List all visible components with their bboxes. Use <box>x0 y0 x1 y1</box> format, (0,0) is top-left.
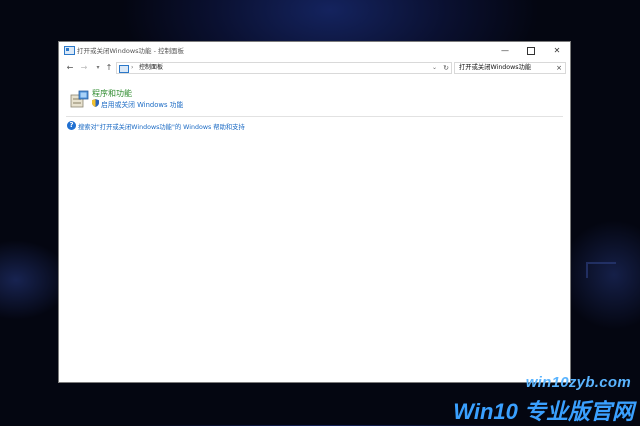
breadcrumb-control-panel[interactable]: 控制面板 <box>139 63 163 73</box>
watermark-url: win10zyb.com <box>525 374 631 391</box>
search-input[interactable]: 打开或关闭Windows功能 <box>459 63 531 73</box>
back-arrow-icon[interactable]: ← <box>64 62 76 74</box>
control-panel-icon <box>64 46 75 55</box>
turn-windows-features-on-off-link[interactable]: 启用或关闭 Windows 功能 <box>101 99 183 109</box>
programs-icon[interactable] <box>70 90 90 108</box>
maximize-button[interactable] <box>518 42 544 59</box>
breadcrumb-chevron-icon[interactable]: › <box>131 63 133 73</box>
window-title: 打开或关闭Windows功能 - 控制面板 <box>77 47 184 55</box>
background-desk-shape <box>586 262 616 278</box>
refresh-icon[interactable]: ↻ <box>443 63 449 73</box>
programs-icon-graphic <box>70 90 89 108</box>
search-windows-help-link[interactable]: 搜索对"打开或关闭Windows功能"的 Windows 帮助和支持 <box>78 122 245 131</box>
control-panel-window: 打开或关闭Windows功能 - 控制面板 — ✕ ← → ▾ ↑ › 控制面板… <box>58 41 571 383</box>
maximize-icon <box>527 46 535 55</box>
forward-arrow-icon[interactable]: → <box>78 62 90 74</box>
address-dropdown-icon[interactable]: ⌄ <box>432 63 437 73</box>
title-bar[interactable]: 打开或关闭Windows功能 - 控制面板 — ✕ <box>59 42 570 59</box>
search-box[interactable]: 打开或关闭Windows功能 × <box>454 62 566 74</box>
divider <box>66 116 563 117</box>
uac-shield-icon <box>92 99 99 107</box>
minimize-button[interactable]: — <box>492 42 518 59</box>
control-panel-icon <box>119 65 129 73</box>
watermark-brand-logo: Win10 专业版官网 <box>453 399 634 424</box>
close-button[interactable]: ✕ <box>544 42 570 59</box>
address-bar[interactable]: › 控制面板 ⌄ ↻ <box>116 62 452 74</box>
navigation-bar: ← → ▾ ↑ › 控制面板 ⌄ ↻ 打开或关闭Windows功能 × <box>59 60 570 77</box>
programs-and-features-link[interactable]: 程序和功能 <box>92 88 132 99</box>
up-arrow-icon[interactable]: ↑ <box>103 62 115 74</box>
clear-search-icon[interactable]: × <box>556 63 562 73</box>
help-icon: ? <box>67 121 76 130</box>
